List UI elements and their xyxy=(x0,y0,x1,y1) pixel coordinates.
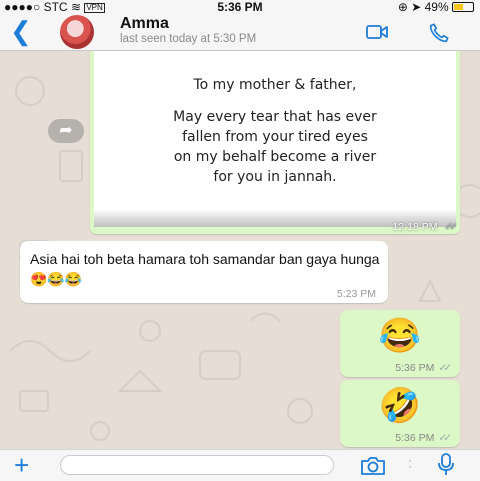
microphone-icon[interactable] xyxy=(436,453,456,477)
poem-line: May every tear that has ever xyxy=(173,109,377,125)
battery-icon xyxy=(452,2,474,12)
orientation-lock-icon: ⊕ xyxy=(397,0,408,14)
poem-line: fallen from your tired eyes xyxy=(182,129,368,145)
chat-area[interactable]: ➦ To my mother & father, May every tear … xyxy=(0,51,480,449)
poem-image[interactable]: To my mother & father, May every tear th… xyxy=(94,51,456,227)
tears-of-joy-emoji: 😂 xyxy=(378,317,422,355)
timestamp-text: 5:36 PM xyxy=(395,362,435,374)
phone-call-icon[interactable] xyxy=(428,22,450,44)
chat-header: ❮ Amma last seen today at 5:30 PM xyxy=(0,14,480,51)
read-ticks-icon: ✓✓ xyxy=(438,362,451,374)
rolling-laughing-emoji: 🤣 xyxy=(378,387,422,425)
avatar[interactable] xyxy=(60,15,94,49)
poem-line: for you in jannah. xyxy=(213,169,337,185)
last-seen-status: last seen today at 5:30 PM xyxy=(120,33,257,45)
timestamp-text: 12:18 PM xyxy=(392,221,438,233)
location-icon: ➤ xyxy=(411,0,422,14)
battery-fill xyxy=(454,4,463,10)
read-ticks-icon: ✓✓ xyxy=(444,221,457,233)
outgoing-emoji-message[interactable]: 😂 5:36 PM ✓✓ xyxy=(340,310,460,377)
incoming-text-message[interactable]: Asia hai toh beta hamara toh samandar ba… xyxy=(20,241,388,303)
poem-text: To my mother & father, May every tear th… xyxy=(94,75,456,187)
message-timestamp: 5:36 PM ✓✓ xyxy=(395,362,452,374)
message-timestamp: 12:18 PM ✓✓ xyxy=(392,221,458,233)
camera-icon[interactable] xyxy=(360,456,386,476)
message-input-bar: + · · xyxy=(0,449,480,481)
poem-line: on my behalf become a river xyxy=(173,149,377,165)
message-input[interactable] xyxy=(60,455,334,475)
contact-name[interactable]: Amma xyxy=(120,15,169,33)
message-timestamp: 5:36 PM ✓✓ xyxy=(395,432,452,444)
plus-icon[interactable]: + xyxy=(14,451,29,479)
back-chevron-icon[interactable]: ❮ xyxy=(10,18,32,44)
outgoing-emoji-message[interactable]: 🤣 5:36 PM ✓✓ xyxy=(340,380,460,447)
status-bar: ●●●●○ STC ≋ VPN 5:36 PM ⊕ ➤ 49% xyxy=(0,0,480,14)
forward-button[interactable]: ➦ xyxy=(48,119,84,143)
video-call-icon[interactable] xyxy=(366,24,388,40)
read-ticks-icon: ✓✓ xyxy=(438,432,451,444)
outgoing-image-message[interactable]: To my mother & father, May every tear th… xyxy=(90,51,460,234)
poem-title: To my mother & father, xyxy=(193,77,357,93)
status-right: ⊕ ➤ 49% xyxy=(398,0,474,14)
more-dots-icon[interactable]: · · xyxy=(408,454,412,472)
message-text: Asia hai toh beta hamara toh samandar ba… xyxy=(30,251,380,287)
timestamp-text: 5:36 PM xyxy=(395,432,435,444)
battery-percentage: 49% xyxy=(424,0,449,14)
message-timestamp: 5:23 PM xyxy=(336,288,376,300)
